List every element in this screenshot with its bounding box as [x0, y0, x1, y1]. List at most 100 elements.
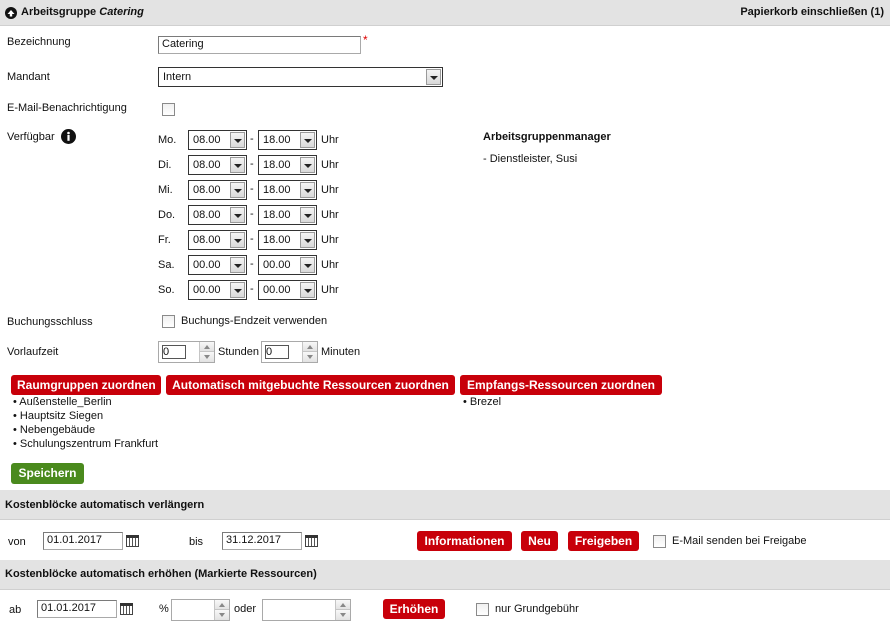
from-time-value: 08.00: [193, 234, 221, 246]
from-time-select[interactable]: 00.00: [188, 255, 247, 275]
to-time-value: 18.00: [263, 234, 291, 246]
to-time-select[interactable]: 18.00: [258, 205, 317, 225]
manager-title: Arbeitsgruppenmanager: [483, 131, 611, 143]
from-time-value: 00.00: [193, 259, 221, 271]
bis-date-input[interactable]: 31.12.2017: [222, 532, 302, 550]
calendar-icon[interactable]: [120, 603, 133, 615]
calendar-icon[interactable]: [305, 535, 318, 547]
buchungs-endzeit-label: Buchungs-Endzeit verwenden: [181, 315, 328, 327]
buchungsschluss-label: Buchungsschluss: [7, 316, 93, 328]
chevron-down-icon: [230, 157, 245, 173]
time-dash: -: [250, 233, 254, 245]
uhr-label: Uhr: [321, 159, 339, 171]
mandant-value: Intern: [163, 71, 192, 83]
save-button[interactable]: Speichern: [11, 463, 84, 484]
uhr-label: Uhr: [321, 209, 339, 221]
spin-down-icon[interactable]: [302, 352, 317, 362]
new-button[interactable]: Neu: [521, 531, 558, 551]
bezeichnung-input[interactable]: Catering: [158, 36, 361, 54]
release-button[interactable]: Freigeben: [568, 531, 639, 551]
time-dash: -: [250, 133, 254, 145]
day-label: Di.: [158, 159, 172, 171]
spin-down-icon[interactable]: [335, 610, 350, 620]
day-label: So.: [158, 284, 175, 296]
email-release-checkbox[interactable]: [653, 535, 666, 548]
bis-label: bis: [189, 536, 204, 548]
extend-section-header: Kostenblöcke automatisch verlängern: [0, 490, 890, 520]
base-fee-checkbox[interactable]: [476, 603, 489, 616]
from-time-value: 08.00: [193, 159, 221, 171]
raumgruppen-button[interactable]: Raumgruppen zuordnen: [11, 375, 161, 395]
collapse-up-icon[interactable]: [5, 7, 17, 19]
from-time-select[interactable]: 00.00: [188, 280, 247, 300]
to-time-select[interactable]: 18.00: [258, 130, 317, 150]
chevron-down-icon: [230, 182, 245, 198]
amount-stepper[interactable]: [262, 599, 351, 621]
from-time-select[interactable]: 08.00: [188, 155, 247, 175]
chevron-down-icon: [230, 207, 245, 223]
from-time-select[interactable]: 08.00: [188, 205, 247, 225]
uhr-label: Uhr: [321, 259, 339, 271]
ab-date-input[interactable]: 01.01.2017: [37, 600, 117, 618]
availability-row: Do. 08.00 -18.00 Uhr: [0, 205, 890, 225]
uhr-label: Uhr: [321, 234, 339, 246]
to-time-select[interactable]: 18.00: [258, 230, 317, 250]
stunden-value: 0: [163, 346, 170, 358]
empfang-resources-button[interactable]: Empfangs-Ressourcen zuordnen: [460, 375, 662, 395]
day-label: Mo.: [158, 134, 177, 146]
spin-down-icon[interactable]: [214, 610, 229, 620]
to-time-value: 18.00: [263, 184, 291, 196]
buchungs-endzeit-checkbox[interactable]: [162, 315, 175, 328]
to-time-select[interactable]: 18.00: [258, 180, 317, 200]
time-dash: -: [250, 208, 254, 220]
increase-section-title: Kostenblöcke automatisch erhöhen (Markie…: [5, 568, 317, 580]
to-time-select[interactable]: 00.00: [258, 255, 317, 275]
spin-up-icon[interactable]: [199, 342, 214, 352]
extend-section-title: Kostenblöcke automatisch verlängern: [5, 499, 205, 511]
to-time-select[interactable]: 18.00: [258, 155, 317, 175]
chevron-down-icon: [230, 132, 245, 148]
oder-label: oder: [234, 603, 257, 615]
time-dash: -: [250, 258, 254, 270]
chevron-down-icon: [300, 132, 315, 148]
from-time-select[interactable]: 08.00: [188, 180, 247, 200]
raise-button[interactable]: Erhöhen: [383, 599, 445, 619]
from-time-value: 08.00: [193, 134, 221, 146]
availability-row: Di. 08.00 -18.00 Uhr: [0, 155, 890, 175]
minuten-value: 0: [266, 346, 273, 358]
informationen-button[interactable]: Informationen: [417, 531, 512, 551]
auto-resources-button[interactable]: Automatisch mitgebuchte Ressourcen zuord…: [166, 375, 455, 395]
spin-up-icon[interactable]: [335, 600, 350, 610]
uhr-label: Uhr: [321, 284, 339, 296]
from-time-select[interactable]: 08.00: [188, 230, 247, 250]
vorlaufzeit-label: Vorlaufzeit: [7, 346, 59, 358]
to-time-value: 18.00: [263, 159, 291, 171]
base-fee-label: nur Grundgebühr: [495, 603, 579, 615]
uhr-label: Uhr: [321, 134, 339, 146]
time-dash: -: [250, 183, 254, 195]
email-notification-checkbox[interactable]: [162, 103, 175, 116]
calendar-icon[interactable]: [126, 535, 139, 547]
von-date-input[interactable]: 01.01.2017: [43, 532, 123, 550]
chevron-down-icon: [300, 182, 315, 198]
minuten-stepper[interactable]: 0: [261, 341, 318, 363]
stunden-stepper[interactable]: 0: [158, 341, 215, 363]
time-dash: -: [250, 158, 254, 170]
from-time-select[interactable]: 08.00: [188, 130, 247, 150]
to-time-value: 18.00: [263, 209, 291, 221]
title-name: Catering: [99, 6, 144, 18]
chevron-down-icon: [230, 282, 245, 298]
trash-link[interactable]: Papierkorb einschließen (1): [740, 6, 884, 18]
spin-up-icon[interactable]: [214, 600, 229, 610]
chevron-down-icon: [230, 232, 245, 248]
mandant-select[interactable]: Intern: [158, 67, 443, 87]
to-time-select[interactable]: 00.00: [258, 280, 317, 300]
spin-up-icon[interactable]: [302, 342, 317, 352]
email-release-label: E-Mail senden bei Freigabe: [672, 535, 807, 547]
percent-stepper[interactable]: [171, 599, 230, 621]
spin-down-icon[interactable]: [199, 352, 214, 362]
to-time-value: 00.00: [263, 259, 291, 271]
mandant-label: Mandant: [7, 71, 50, 83]
von-label: von: [8, 536, 26, 548]
manager-entry: - Dienstleister, Susi: [483, 153, 578, 165]
